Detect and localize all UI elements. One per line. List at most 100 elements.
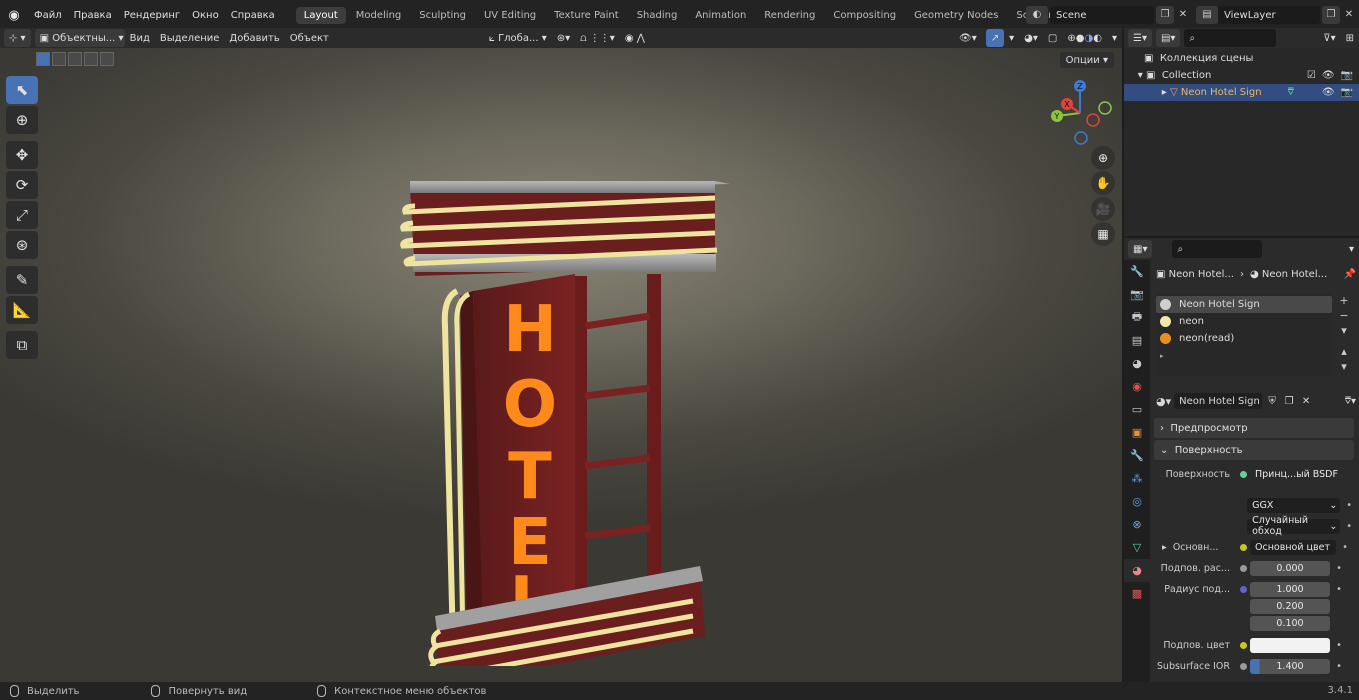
select-invert-icon[interactable]: [84, 52, 98, 66]
shading-dropdown-icon[interactable]: ▾: [1107, 29, 1122, 47]
outliner-editor-type-icon[interactable]: ☰▾: [1128, 29, 1152, 47]
tab-geometry-nodes[interactable]: Geometry Nodes: [906, 7, 1006, 24]
data-tab-icon[interactable]: ▽: [1124, 536, 1150, 559]
select-subtract-icon[interactable]: [68, 52, 82, 66]
remove-slot-icon[interactable]: −: [1339, 309, 1348, 322]
constraints-tab-icon[interactable]: ⊗: [1124, 513, 1150, 536]
wireframe-shading-icon[interactable]: ⊕: [1067, 33, 1075, 44]
pin-icon[interactable]: 📌: [1344, 269, 1356, 280]
transform-orientation-dropdown[interactable]: ⟀ Глоба... ▾: [484, 29, 552, 47]
menu-render[interactable]: Рендеринг: [118, 10, 186, 21]
transform-tool-icon[interactable]: ⊛: [6, 231, 38, 259]
tool-tab-icon[interactable]: 🔧: [1124, 260, 1150, 283]
material-slot[interactable]: Neon Hotel Sign: [1156, 296, 1332, 313]
pan-hand-icon[interactable]: ✋: [1091, 171, 1115, 195]
menu-edit[interactable]: Правка: [68, 10, 118, 21]
annotate-tool-icon[interactable]: ✎: [6, 266, 38, 294]
select-intersect-icon[interactable]: [100, 52, 114, 66]
neon-hotel-sign-model[interactable]: H O T E L: [395, 126, 735, 666]
texture-tab-icon[interactable]: ▩: [1124, 582, 1150, 605]
color-socket-icon[interactable]: [1239, 543, 1247, 551]
delete-scene-icon[interactable]: ✕: [1174, 6, 1192, 24]
keyframe-dot-icon[interactable]: •: [1334, 661, 1344, 672]
menu-view[interactable]: Вид: [125, 29, 155, 47]
mesh-data-icon[interactable]: ⩢: [1288, 87, 1294, 98]
distribution-dropdown[interactable]: GGX ⌄: [1247, 497, 1341, 513]
world-tab-icon[interactable]: ◉: [1124, 375, 1150, 398]
solid-shading-icon[interactable]: ●: [1076, 33, 1085, 44]
menu-add[interactable]: Добавить: [224, 29, 284, 47]
tab-uv-editing[interactable]: UV Editing: [476, 7, 544, 24]
select-box-tool-icon[interactable]: ⬉: [6, 76, 38, 104]
scene-selector-icon[interactable]: ◐: [1026, 6, 1048, 24]
pivot-icon[interactable]: ⊛▾: [552, 29, 575, 47]
select-new-icon[interactable]: [36, 52, 50, 66]
shader-socket-icon[interactable]: [1239, 470, 1247, 478]
move-tool-icon[interactable]: ✥: [6, 141, 38, 169]
material-browse-icon[interactable]: ◕▾: [1156, 395, 1171, 408]
subsurface-ior-field[interactable]: 1.400: [1250, 658, 1330, 674]
tab-modeling[interactable]: Modeling: [348, 7, 410, 24]
object-tab-icon[interactable]: ▣: [1124, 421, 1150, 444]
collection-checkbox-icon[interactable]: ☑: [1307, 70, 1316, 81]
keyframe-dot-icon[interactable]: •: [1334, 563, 1344, 574]
keyframe-dot-icon[interactable]: •: [1344, 521, 1354, 532]
tab-animation[interactable]: Animation: [687, 7, 754, 24]
options-dropdown[interactable]: Опции ▾: [1059, 52, 1114, 68]
move-slot-up-icon[interactable]: ▴: [1341, 345, 1347, 358]
material-shading-icon[interactable]: ◑: [1085, 33, 1094, 44]
value-socket-icon[interactable]: [1239, 564, 1247, 572]
keyframe-dot-icon[interactable]: •: [1344, 500, 1354, 511]
output-tab-icon[interactable]: 🖶: [1124, 306, 1150, 329]
keyframe-dot-icon[interactable]: •: [1340, 542, 1350, 553]
blender-logo-icon[interactable]: ◉: [0, 8, 28, 23]
vector-socket-icon[interactable]: [1239, 585, 1247, 593]
link-mode-icon[interactable]: ⩢▾: [1345, 396, 1356, 407]
tab-rendering[interactable]: Rendering: [756, 7, 823, 24]
keyframe-dot-icon[interactable]: •: [1334, 584, 1344, 595]
surface-shader-field[interactable]: Принц...ый BSDF: [1250, 467, 1346, 482]
properties-search-input[interactable]: ⌕: [1172, 240, 1263, 258]
material-slot[interactable]: neon(read): [1156, 330, 1332, 347]
tab-compositing[interactable]: Compositing: [825, 7, 904, 24]
move-slot-down-icon[interactable]: ▾: [1341, 360, 1347, 373]
slot-menu-icon[interactable]: ▾: [1341, 324, 1347, 337]
scene-field[interactable]: Scene: [1050, 6, 1154, 24]
rendered-shading-icon[interactable]: ◐: [1093, 33, 1102, 44]
surface-panel-header[interactable]: ⌄ Поверхность: [1154, 440, 1354, 460]
subsurface-radius-x-field[interactable]: 1.000: [1250, 581, 1330, 597]
zoom-icon[interactable]: ⊕: [1091, 146, 1115, 170]
viewlayer-field[interactable]: ViewLayer: [1218, 6, 1320, 24]
display-mode-icon[interactable]: ▤▾: [1155, 29, 1181, 47]
slot-list-expand[interactable]: ▸: [1156, 347, 1332, 364]
expand-object-icon[interactable]: ▸: [1124, 87, 1170, 98]
modifier-tab-icon[interactable]: 🔧: [1124, 444, 1150, 467]
tab-layout[interactable]: Layout: [295, 6, 346, 24]
scene-tab-icon[interactable]: ◕: [1124, 352, 1150, 375]
render-tab-icon[interactable]: 📷: [1124, 283, 1150, 306]
3d-viewport[interactable]: Опции ▾ ⬉ ⊕ ✥ ⟳ ⤢ ⊛ ✎ 📐 ⧉ Z Y X ⊕ ✋ 🎥 ▦: [0, 48, 1122, 682]
new-scene-icon[interactable]: ❐: [1156, 6, 1174, 24]
menu-file[interactable]: Файл: [28, 10, 68, 21]
viewlayer-selector-icon[interactable]: ▤: [1196, 6, 1218, 24]
collection-row[interactable]: ▾ ▣ Collection ☑ 👁 📷: [1124, 67, 1359, 84]
material-tab-icon[interactable]: ◕: [1124, 559, 1150, 582]
scale-tool-icon[interactable]: ⤢: [6, 201, 38, 229]
tab-shading[interactable]: Shading: [629, 7, 686, 24]
navigation-gizmo[interactable]: Z Y X: [1045, 78, 1115, 148]
gizmo-toggle-icon[interactable]: ↗: [985, 29, 1005, 47]
properties-editor-type-icon[interactable]: ▦▾: [1128, 240, 1153, 258]
subsurface-field[interactable]: 0.000: [1250, 560, 1330, 576]
gizmo-dropdown-icon[interactable]: ▾: [1004, 29, 1019, 47]
add-cube-tool-icon[interactable]: ⧉: [6, 331, 38, 359]
cursor-tool-icon[interactable]: ⊕: [6, 106, 38, 134]
object-visibility-icon[interactable]: 👁: [1322, 87, 1335, 98]
material-name-field[interactable]: Neon Hotel Sign: [1174, 393, 1263, 409]
duplicate-material-icon[interactable]: ❐: [1282, 396, 1296, 407]
perspective-grid-icon[interactable]: ▦: [1091, 222, 1115, 246]
new-viewlayer-icon[interactable]: ❐: [1322, 6, 1340, 24]
overlays-icon[interactable]: ◕▾: [1019, 29, 1043, 47]
subsurface-radius-y-field[interactable]: 0.200: [1250, 598, 1330, 614]
collection-visibility-icon[interactable]: 👁: [1322, 70, 1335, 81]
xray-icon[interactable]: ▢: [1043, 29, 1062, 47]
